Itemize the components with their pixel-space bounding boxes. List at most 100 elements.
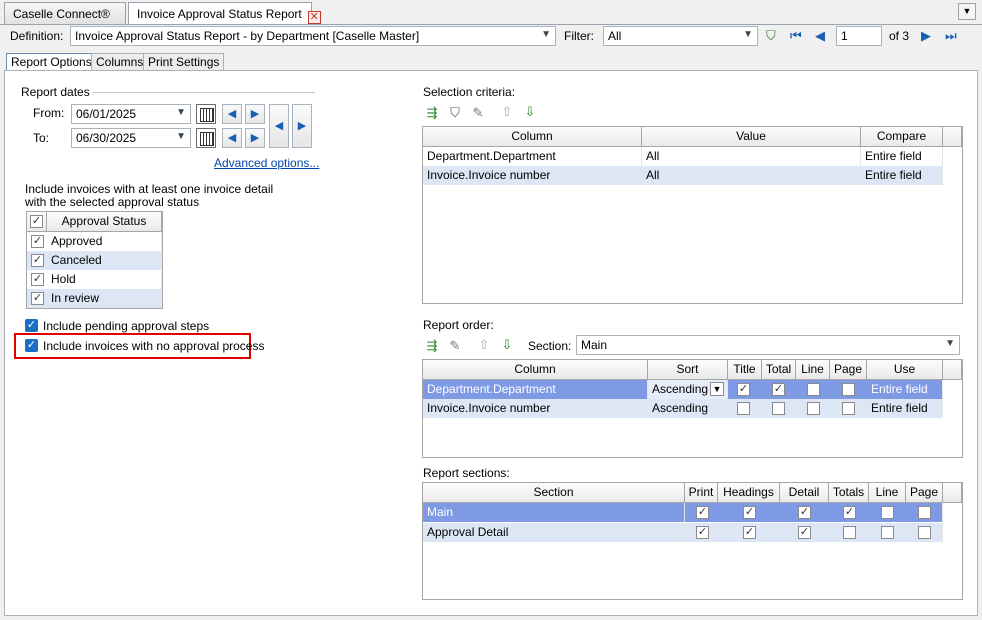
chevron-down-icon: ▼ <box>176 107 186 118</box>
print-checkbox[interactable] <box>696 526 709 539</box>
detail-checkbox[interactable] <box>798 506 811 519</box>
tab-label: Invoice Approval Status Report <box>137 7 302 21</box>
move-up-icon[interactable]: ⇧ <box>498 104 516 120</box>
tab-label: Report Options <box>11 55 92 69</box>
approval-status-label: Approved <box>51 234 103 248</box>
table-cell[interactable]: Entire field <box>867 380 943 399</box>
page-checkbox[interactable] <box>842 383 855 396</box>
tab-columns[interactable]: Columns <box>91 53 149 70</box>
row-checkbox[interactable] <box>31 292 44 305</box>
next-arrow-icon[interactable]: ▶ <box>245 104 265 124</box>
table-cell[interactable]: Ascending <box>648 399 728 418</box>
print-checkbox[interactable] <box>696 506 709 519</box>
tab-label: Columns <box>96 55 144 69</box>
move-up-icon[interactable]: ⇧ <box>475 337 493 353</box>
filter-icon[interactable]: ⛉ <box>446 105 464 121</box>
to-date-input[interactable]: 06/30/2025 ▼ <box>71 128 191 148</box>
table-cell[interactable]: Department.Department <box>423 147 642 166</box>
page-checkbox[interactable] <box>918 526 931 539</box>
table-cell[interactable]: Main <box>423 503 685 522</box>
report-order-grid: Column Sort Title Total Line Page Use De… <box>422 359 963 458</box>
calendar-icon[interactable] <box>196 104 216 124</box>
table-cell[interactable]: Approval Detail <box>423 523 685 542</box>
table-cell[interactable]: Entire field <box>861 147 943 166</box>
last-page-icon[interactable]: ⏭ <box>945 28 957 44</box>
table-cell[interactable]: Invoice.Invoice number <box>423 399 648 418</box>
from-date-value: 06/01/2025 <box>76 107 137 121</box>
wrench-icon[interactable]: ✎ <box>446 338 464 354</box>
include-pending-checkbox[interactable]: ✓ <box>25 319 38 332</box>
page-count: of 3 <box>889 29 910 43</box>
compare-header: Compare <box>861 127 943 147</box>
add-criteria-icon[interactable]: ⇶ <box>423 105 441 121</box>
line-checkbox[interactable] <box>807 402 820 415</box>
selection-criteria-title: Selection criteria: <box>423 85 516 99</box>
totals-checkbox[interactable] <box>843 526 856 539</box>
use-header: Use <box>867 360 943 380</box>
include-no-process-checkbox[interactable]: ✓ <box>25 339 38 352</box>
first-page-icon[interactable]: ⏮ <box>790 28 802 44</box>
definition-select[interactable]: Invoice Approval Status Report - by Depa… <box>70 26 556 46</box>
tab-divider <box>0 24 982 25</box>
tab-label: Caselle Connect® <box>13 7 110 21</box>
add-column-icon[interactable]: ⇶ <box>423 338 441 354</box>
tab-invoice-approval-report[interactable]: Invoice Approval Status Report ✕ <box>128 2 321 25</box>
previous-arrow-icon[interactable]: ◀ <box>222 128 242 148</box>
previous-page-icon[interactable]: ◀ <box>815 28 825 44</box>
title-checkbox[interactable] <box>737 402 750 415</box>
tab-caselle-connect[interactable]: Caselle Connect® <box>4 2 126 24</box>
table-row[interactable]: Canceled <box>27 251 162 270</box>
chevron-down-icon[interactable]: ▼ <box>710 382 724 396</box>
select-all-checkbox[interactable] <box>30 215 43 228</box>
section-select[interactable]: Main ▼ <box>576 335 960 355</box>
page-checkbox[interactable] <box>918 506 931 519</box>
table-cell[interactable]: All <box>642 166 861 185</box>
totals-checkbox[interactable] <box>843 506 856 519</box>
line-checkbox[interactable] <box>881 526 894 539</box>
detail-checkbox[interactable] <box>798 526 811 539</box>
row-checkbox[interactable] <box>31 273 44 286</box>
table-cell[interactable]: Department.Department <box>423 380 648 399</box>
shift-range-forward-icon[interactable]: ▶ <box>292 104 312 148</box>
next-page-icon[interactable]: ▶ <box>921 28 931 44</box>
total-checkbox[interactable] <box>772 402 785 415</box>
page-checkbox[interactable] <box>842 402 855 415</box>
previous-arrow-icon[interactable]: ◀ <box>222 104 242 124</box>
tab-print-settings[interactable]: Print Settings <box>143 53 225 70</box>
filter-select[interactable]: All ▼ <box>603 26 758 46</box>
tab-report-options[interactable]: Report Options <box>6 53 97 70</box>
move-down-icon[interactable]: ⇩ <box>498 337 516 353</box>
row-checkbox[interactable] <box>31 235 44 248</box>
print-header: Print <box>685 483 718 503</box>
filter-icon[interactable]: ⛉ <box>766 28 776 44</box>
close-icon[interactable]: ✕ <box>307 11 321 24</box>
page-number-input[interactable]: 1 <box>836 26 882 46</box>
table-cell[interactable]: Entire field <box>861 166 943 185</box>
wrench-icon[interactable]: ✎ <box>469 105 487 121</box>
table-cell[interactable]: All <box>642 147 861 166</box>
title-header: Title <box>728 360 762 380</box>
table-cell[interactable]: Invoice.Invoice number <box>423 166 642 185</box>
tab-label: Print Settings <box>148 55 220 69</box>
line-checkbox[interactable] <box>881 506 894 519</box>
calendar-icon[interactable] <box>196 128 216 148</box>
table-row[interactable]: Hold <box>27 270 162 289</box>
sort-dropdown[interactable]: Ascending ▼ <box>648 380 728 399</box>
next-arrow-icon[interactable]: ▶ <box>245 128 265 148</box>
advanced-options-link[interactable]: Advanced options... <box>214 156 319 170</box>
line-checkbox[interactable] <box>807 383 820 396</box>
shift-range-back-icon[interactable]: ◀ <box>269 104 289 148</box>
definition-label: Definition: <box>10 29 64 43</box>
title-checkbox[interactable] <box>737 383 750 396</box>
headings-checkbox[interactable] <box>743 526 756 539</box>
table-row[interactable]: Approved <box>27 232 162 251</box>
headings-checkbox[interactable] <box>743 506 756 519</box>
move-down-icon[interactable]: ⇩ <box>521 104 539 120</box>
table-row[interactable]: In review <box>27 289 162 308</box>
total-checkbox[interactable] <box>772 383 785 396</box>
chevron-down-icon[interactable]: ▼ <box>958 3 976 20</box>
select-all-header[interactable] <box>27 212 47 232</box>
row-checkbox[interactable] <box>31 254 44 267</box>
table-cell[interactable]: Entire field <box>867 399 943 418</box>
from-date-input[interactable]: 06/01/2025 ▼ <box>71 104 191 124</box>
